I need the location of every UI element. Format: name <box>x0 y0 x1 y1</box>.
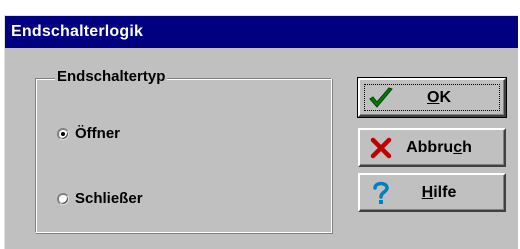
ok-button[interactable]: OK <box>357 77 507 118</box>
check-icon <box>368 85 394 111</box>
help-label: Hilfe <box>421 183 457 201</box>
radio-schliesser[interactable]: Schließer <box>57 190 143 207</box>
radio-label-schliesser: Schließer <box>75 190 143 207</box>
endschaltertyp-groupbox <box>35 78 332 233</box>
radio-button-unselected[interactable] <box>57 192 69 205</box>
red-x-icon <box>368 135 394 161</box>
group-label: Endschaltertyp <box>55 67 168 87</box>
screen: Endschalterlogik Endschaltertyp Öffner S… <box>0 0 520 249</box>
question-icon <box>368 180 394 206</box>
radio-oeffner[interactable]: Öffner <box>57 125 120 142</box>
dialog-title: Endschalterlogik <box>11 23 144 40</box>
help-button[interactable]: Hilfe <box>358 173 506 212</box>
title-bar[interactable]: Endschalterlogik <box>5 16 518 48</box>
radio-label-oeffner: Öffner <box>75 125 120 142</box>
radio-dot <box>61 131 65 136</box>
dialog-window: Endschalterlogik Endschaltertyp Öffner S… <box>4 15 518 249</box>
cancel-button[interactable]: Abbruch <box>358 128 506 167</box>
radio-button-selected[interactable] <box>57 127 69 140</box>
cancel-label: Abbruch <box>406 138 472 156</box>
ok-label: OK <box>426 88 451 106</box>
